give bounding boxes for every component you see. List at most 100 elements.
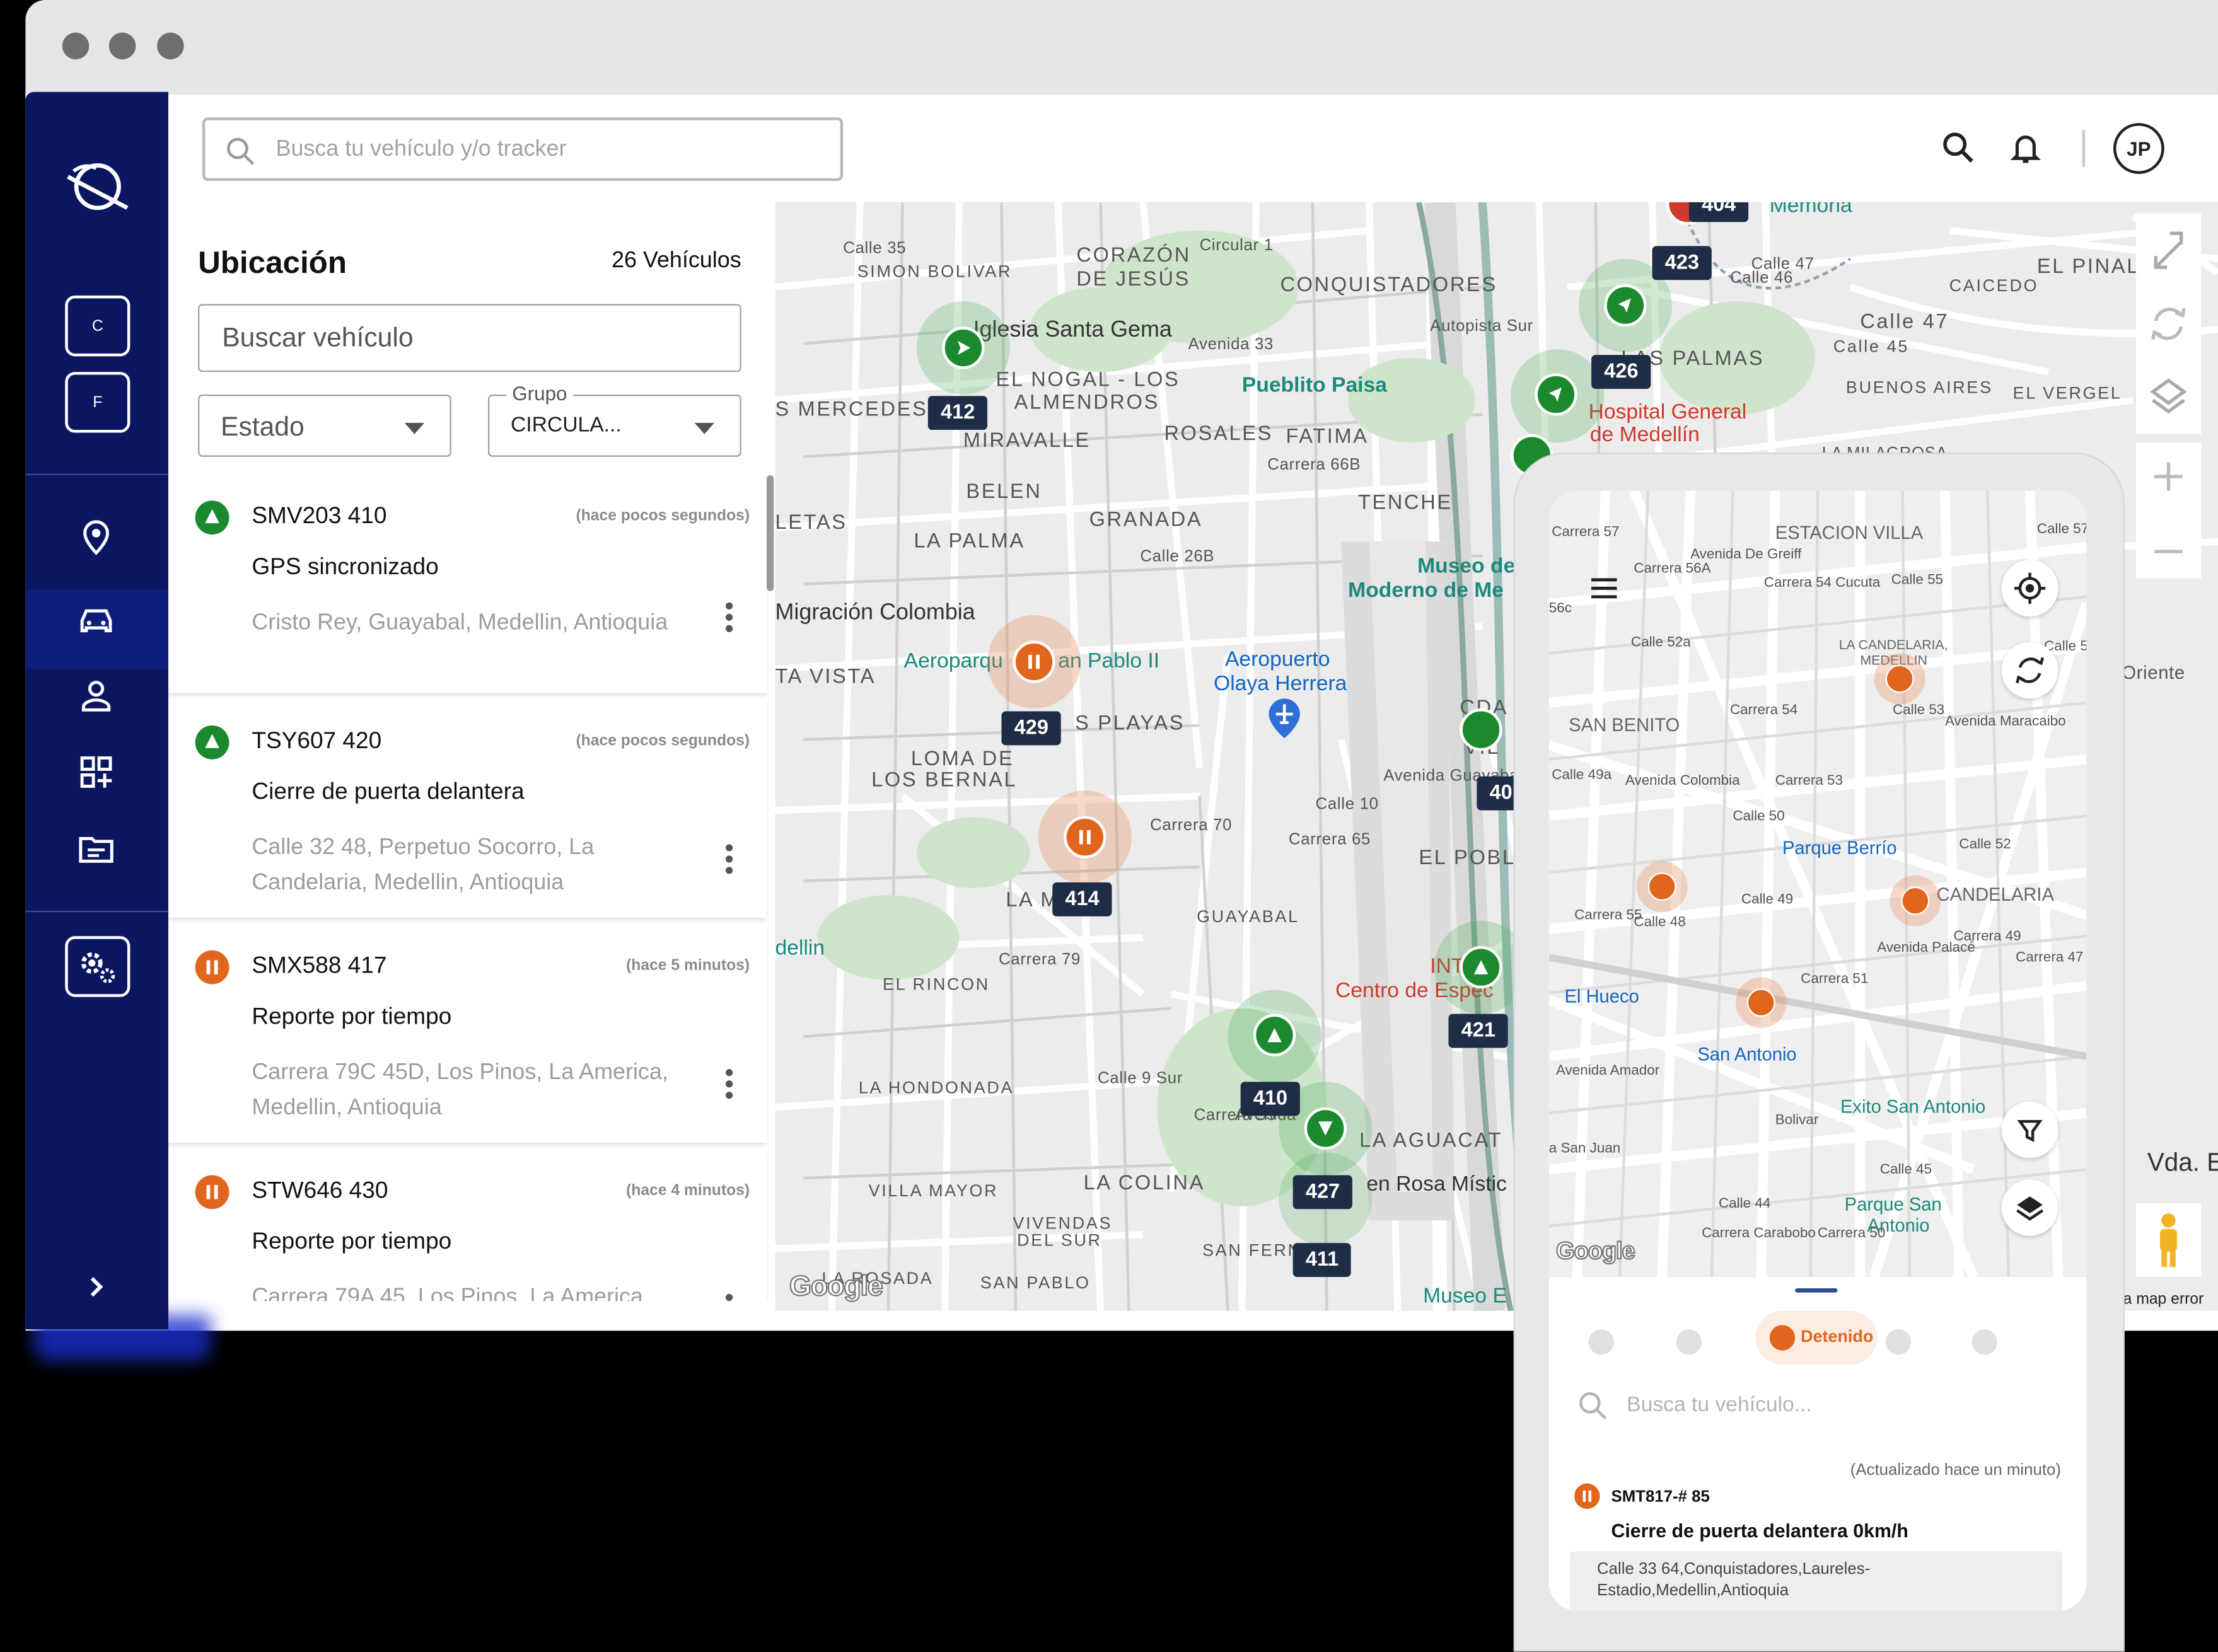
filter-chip-detenido[interactable]: Detenido [1755,1310,1878,1365]
vehicle-event: Reporte por tiempo [252,1003,452,1030]
vehicle-panel: Ubicación 26 Vehículos Buscar vehículo E… [168,202,775,1302]
topbar-divider [2082,130,2086,167]
vehicle-address: Carrera 79A 45, Los Pinos, La America [252,1285,643,1302]
phone-search-input[interactable]: Busca tu vehículo... [1627,1393,1812,1417]
fullscreen-button[interactable] [2135,213,2202,287]
phone-vehicle-address: Calle 33 64,Conquistadores,Laureles-Esta… [1570,1551,2063,1611]
refresh-button[interactable] [2135,287,2202,361]
bell-icon[interactable] [2006,129,2045,168]
phone-vehicle-plate[interactable]: SMT817-# 85 [1611,1489,1709,1506]
phone-marker-stopped[interactable] [1885,664,1914,693]
vehicle-marker-moving[interactable] [942,326,985,369]
sidebar-divider [25,473,168,475]
vehicle-card[interactable]: SMV203 410 (hace pocos segundos) GPS sin… [168,475,767,693]
phone-map[interactable]: ESTACION VILLA SAN BENITO LA CANDELARIA,… [1548,490,2087,1277]
vehicle-card[interactable]: SMX588 417 (hace 5 minutos) Reporte por … [168,925,767,1143]
vehicle-tag[interactable]: 412 [927,396,988,430]
sheet-handle[interactable] [1795,1288,1838,1293]
window-dot-close[interactable] [62,32,90,60]
vehicle-icon[interactable] [75,598,117,640]
filter-chip[interactable] [1971,1329,1997,1355]
vehicle-marker-stopped[interactable] [1013,640,1055,683]
sidebar-box-c[interactable]: C [65,295,131,357]
filter-chip[interactable] [1588,1329,1614,1355]
chevron-down-icon [404,422,425,434]
phone-marker-stopped[interactable] [1901,886,1930,915]
sidebar: C F [25,91,168,1330]
estado-value: Estado [221,413,305,443]
pegman-button[interactable] [2135,1203,2202,1277]
phone-marker-stopped[interactable] [1647,872,1676,901]
vehicle-event: Cierre de puerta delantera [252,779,525,805]
more-options-icon[interactable] [724,1069,736,1103]
vehicle-marker-moving[interactable] [1460,708,1502,751]
google-logo: Google [1555,1237,1636,1265]
user-icon[interactable] [75,674,117,717]
window-dot-maximize[interactable] [157,32,184,60]
vehicle-search-input[interactable]: Buscar vehículo [198,304,741,373]
vehicle-marker-moving[interactable] [1535,373,1577,416]
more-options-icon[interactable] [724,602,736,637]
vehicle-tag[interactable]: 423 [1652,246,1712,280]
sidebar-box-f[interactable]: F [65,372,131,433]
refresh-icon [2016,657,2044,684]
vehicle-time: (hace 4 minutos) [626,1182,750,1199]
vehicle-tag[interactable]: 404 [1688,202,1749,222]
phone-marker-stopped[interactable] [1746,988,1775,1017]
settings-button[interactable] [65,936,131,997]
zoom-in-icon[interactable] [2136,442,2201,511]
vehicle-address: Carrera 79C 45D, Los Pinos, La America, … [252,1060,668,1120]
avatar[interactable]: JP [2113,123,2164,174]
filter-chip[interactable] [1885,1329,1912,1355]
vehicle-card[interactable]: TSY607 420 (hace pocos segundos) Cierre … [168,700,767,918]
stopped-status-icon [1769,1325,1796,1351]
vehicle-tag[interactable]: 427 [1292,1175,1353,1210]
stopped-status-icon [1574,1483,1600,1509]
vehicle-tag[interactable]: 414 [1052,882,1112,916]
layers-button[interactable] [2135,361,2202,434]
chevron-right-icon[interactable] [75,1266,117,1308]
location-icon[interactable] [75,516,117,558]
bottom-sheet: Detenido Busca tu vehículo... (Actualiza… [1548,1276,2087,1611]
phone-refresh-button[interactable] [2001,642,2058,699]
window-dot-minimize[interactable] [108,32,136,60]
search-icon[interactable] [1939,129,1979,168]
estado-select[interactable]: Estado [198,394,451,457]
updated-text: (Actualizado hace un minuto) [1850,1462,2061,1479]
vehicle-tag[interactable]: 426 [1591,355,1651,389]
menu-icon[interactable] [1589,575,1620,601]
moving-status-icon [195,725,229,760]
grupo-select[interactable]: Grupo CIRCULA... [488,381,741,457]
filter-chip[interactable] [1676,1329,1702,1355]
vehicle-marker-moving[interactable] [1460,945,1502,989]
vehicle-tag[interactable]: 410 [1240,1082,1301,1116]
global-search-input[interactable]: Busca tu vehículo y/o tracker [202,117,844,182]
vehicle-marker-moving[interactable] [1253,1014,1296,1056]
vehicle-tag[interactable]: 411 [1292,1243,1352,1277]
vehicle-card[interactable]: STW646 430 (hace 4 minutos) Reporte por … [168,1150,767,1302]
vehicle-count: 26 Vehículos [612,248,741,274]
vehicle-address: Cristo Rey, Guayabal, Medellin, Antioqui… [252,611,668,635]
vehicle-search-placeholder: Buscar vehículo [222,323,414,354]
phone-mockup: ESTACION VILLA SAN BENITO LA CANDELARIA,… [1513,452,2125,1652]
panel-title: Ubicación [198,245,347,280]
locate-button[interactable] [2001,560,2058,617]
add-widget-icon[interactable] [75,751,117,793]
vehicle-marker-moving[interactable] [1604,284,1647,327]
more-options-icon[interactable] [724,844,736,878]
vehicle-tag[interactable]: 421 [1448,1014,1509,1048]
phone-layers-button[interactable] [2001,1179,2058,1236]
filter-button[interactable] [2001,1101,2058,1158]
folder-icon[interactable] [75,828,117,870]
filter-icon [2017,1119,2043,1142]
vehicle-marker-moving[interactable] [1304,1107,1347,1150]
vehicle-tag[interactable]: 429 [1001,711,1062,746]
pegman-icon [2160,1213,2177,1268]
vehicle-marker-stopped[interactable] [1064,816,1106,858]
panel-scrollbar[interactable] [767,475,774,591]
zoom-out-icon[interactable] [2136,517,2201,586]
grupo-value: CIRCULA... [510,413,622,437]
settings-icon [81,952,115,983]
google-logo: Google [789,1271,884,1303]
more-options-icon[interactable] [724,1293,736,1302]
